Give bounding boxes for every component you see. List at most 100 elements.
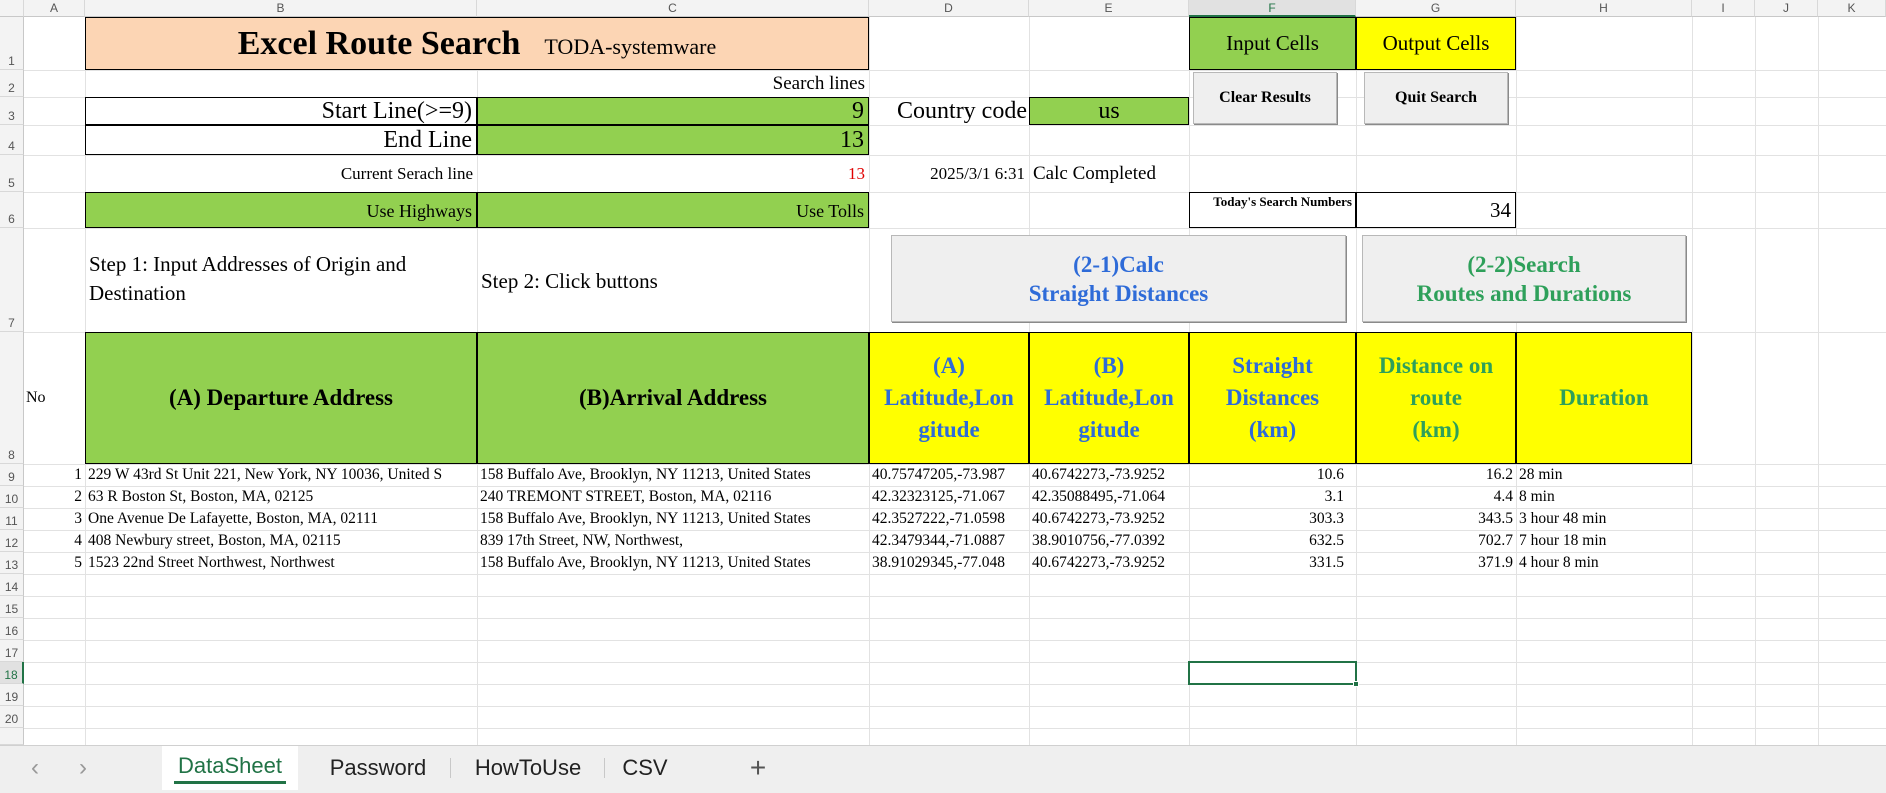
column-header-a[interactable]: A (24, 0, 85, 17)
cell-b-latlon[interactable]: 40.6742273,-73.9252 (1029, 508, 1189, 530)
clear-results-button[interactable]: Clear Results (1193, 72, 1337, 124)
cell-no[interactable]: 2 (24, 486, 85, 508)
row-header-8[interactable]: 8 (0, 332, 24, 464)
cell-b-latlon[interactable]: 40.6742273,-73.9252 (1029, 552, 1189, 574)
row-header-19[interactable]: 19 (0, 684, 24, 706)
column-header-e[interactable]: E (1029, 0, 1189, 17)
header-no: No (26, 389, 46, 406)
start-line-input[interactable]: 9 (477, 97, 869, 125)
cell-duration[interactable]: 7 hour 18 min (1516, 530, 1692, 552)
sheet-tab-csv[interactable]: CSV (610, 746, 680, 790)
calc-status: Calc Completed (1033, 163, 1156, 184)
row-header-17[interactable]: 17 (0, 640, 24, 662)
cell-a-latlon[interactable]: 40.75747205,-73.987 (869, 464, 1029, 486)
active-cell-selection[interactable] (1188, 661, 1357, 685)
cell-duration[interactable]: 4 hour 8 min (1516, 552, 1692, 574)
cell-b-latlon[interactable]: 40.6742273,-73.9252 (1029, 464, 1189, 486)
row-header-13[interactable]: 13 (0, 552, 24, 574)
calc-straight-distances-button[interactable]: (2-1)Calc Straight Distances (891, 235, 1346, 322)
row-header-21[interactable] (0, 728, 24, 745)
column-header-i[interactable]: I (1692, 0, 1755, 17)
row-header-16[interactable]: 16 (0, 618, 24, 640)
fill-handle[interactable] (1353, 681, 1359, 687)
cell-b-latlon[interactable]: 38.9010756,-77.0392 (1029, 530, 1189, 552)
prev-sheet-icon[interactable]: ‹ (22, 746, 48, 790)
cell-no[interactable]: 3 (24, 508, 85, 530)
cell-route[interactable]: 702.7 (1356, 530, 1516, 552)
cell-a-latlon[interactable]: 38.91029345,-77.048 (869, 552, 1029, 574)
quit-search-button[interactable]: Quit Search (1364, 72, 1508, 124)
current-line-value: 13 (848, 164, 865, 183)
cell-straight[interactable]: 331.5 (1189, 552, 1356, 574)
row-header-7[interactable]: 7 (0, 228, 24, 332)
sheet-tab-datasheet[interactable]: DataSheet (162, 746, 298, 790)
header-duration: Duration (1516, 332, 1692, 464)
cell-arrival[interactable]: 839 17th Street, NW, Northwest, (477, 530, 869, 552)
title-cell[interactable]: Excel Route Search TODA-systemware (85, 17, 869, 70)
cell-route[interactable]: 371.9 (1356, 552, 1516, 574)
column-header-j[interactable]: J (1755, 0, 1818, 17)
add-sheet-icon[interactable]: + (740, 746, 776, 790)
cell-a-latlon[interactable]: 42.32323125,-71.067 (869, 486, 1029, 508)
cell-straight[interactable]: 3.1 (1189, 486, 1356, 508)
row-header-9[interactable]: 9 (0, 464, 24, 486)
app-subtitle: TODA-systemware (544, 33, 717, 59)
row-header-20[interactable]: 20 (0, 706, 24, 728)
column-header-b[interactable]: B (85, 0, 477, 17)
cell-departure[interactable]: One Avenue De Lafayette, Boston, MA, 021… (85, 508, 477, 530)
next-sheet-icon[interactable]: › (70, 746, 96, 790)
column-header-k[interactable]: K (1818, 0, 1886, 17)
cell-departure[interactable]: 408 Newbury street, Boston, MA, 02115 (85, 530, 477, 552)
cell-departure[interactable]: 63 R Boston St, Boston, MA, 02125 (85, 486, 477, 508)
end-line-label: End Line (85, 125, 477, 155)
sheet-tab-howtouse[interactable]: HowToUse (458, 746, 598, 790)
cell-duration[interactable]: 28 min (1516, 464, 1692, 486)
cell-no[interactable]: 4 (24, 530, 85, 552)
use-highways-cell[interactable]: Use Highways (85, 192, 477, 228)
cell-route[interactable]: 343.5 (1356, 508, 1516, 530)
column-header-h[interactable]: H (1516, 0, 1692, 17)
cell-duration[interactable]: 3 hour 48 min (1516, 508, 1692, 530)
cell-arrival[interactable]: 240 TREMONT STREET, Boston, MA, 02116 (477, 486, 869, 508)
use-tolls-cell[interactable]: Use Tolls (477, 192, 869, 228)
row-header-6[interactable]: 6 (0, 192, 24, 228)
cell-b-latlon[interactable]: 42.35088495,-71.064 (1029, 486, 1189, 508)
cell-straight[interactable]: 303.3 (1189, 508, 1356, 530)
column-header-d[interactable]: D (869, 0, 1029, 17)
search-routes-durations-button[interactable]: (2-2)Search Routes and Durations (1362, 235, 1686, 322)
row-header-10[interactable]: 10 (0, 486, 24, 508)
sheet-tab-password[interactable]: Password (310, 746, 446, 790)
row-header-1[interactable]: 1 (0, 17, 24, 70)
output-cells-legend: Output Cells (1356, 17, 1516, 70)
row-header-2[interactable]: 2 (0, 70, 24, 97)
cell-no[interactable]: 1 (24, 464, 85, 486)
cell-arrival[interactable]: 158 Buffalo Ave, Brooklyn, NY 11213, Uni… (477, 552, 869, 574)
cell-no[interactable]: 5 (24, 552, 85, 574)
row-header-12[interactable]: 12 (0, 530, 24, 552)
column-header-c[interactable]: C (477, 0, 869, 17)
row-header-18[interactable]: 18 (0, 662, 24, 684)
row-header-5[interactable]: 5 (0, 155, 24, 192)
cell-arrival[interactable]: 158 Buffalo Ave, Brooklyn, NY 11213, Uni… (477, 508, 869, 530)
cell-departure[interactable]: 1523 22nd Street Northwest, Northwest (85, 552, 477, 574)
row-header-14[interactable]: 14 (0, 574, 24, 596)
country-code-input[interactable]: us (1029, 97, 1189, 125)
select-all-corner[interactable] (0, 0, 24, 17)
cell-a-latlon[interactable]: 42.3527222,-71.0598 (869, 508, 1029, 530)
cell-straight[interactable]: 10.6 (1189, 464, 1356, 486)
cell-straight[interactable]: 632.5 (1189, 530, 1356, 552)
row-header-11[interactable]: 11 (0, 508, 24, 530)
cell-duration[interactable]: 8 min (1516, 486, 1692, 508)
end-line-input[interactable]: 13 (477, 125, 869, 155)
cell-departure[interactable]: 229 W 43rd St Unit 221, New York, NY 100… (85, 464, 477, 486)
cell-route[interactable]: 16.2 (1356, 464, 1516, 486)
column-header-f[interactable]: F (1189, 0, 1356, 17)
row-header-15[interactable]: 15 (0, 596, 24, 618)
column-header-g[interactable]: G (1356, 0, 1516, 17)
cell-a-latlon[interactable]: 42.3479344,-71.0887 (869, 530, 1029, 552)
current-line-label: Current Serach line (340, 164, 473, 183)
cell-route[interactable]: 4.4 (1356, 486, 1516, 508)
row-header-3[interactable]: 3 (0, 97, 24, 125)
cell-arrival[interactable]: 158 Buffalo Ave, Brooklyn, NY 11213, Uni… (477, 464, 869, 486)
row-header-4[interactable]: 4 (0, 125, 24, 155)
